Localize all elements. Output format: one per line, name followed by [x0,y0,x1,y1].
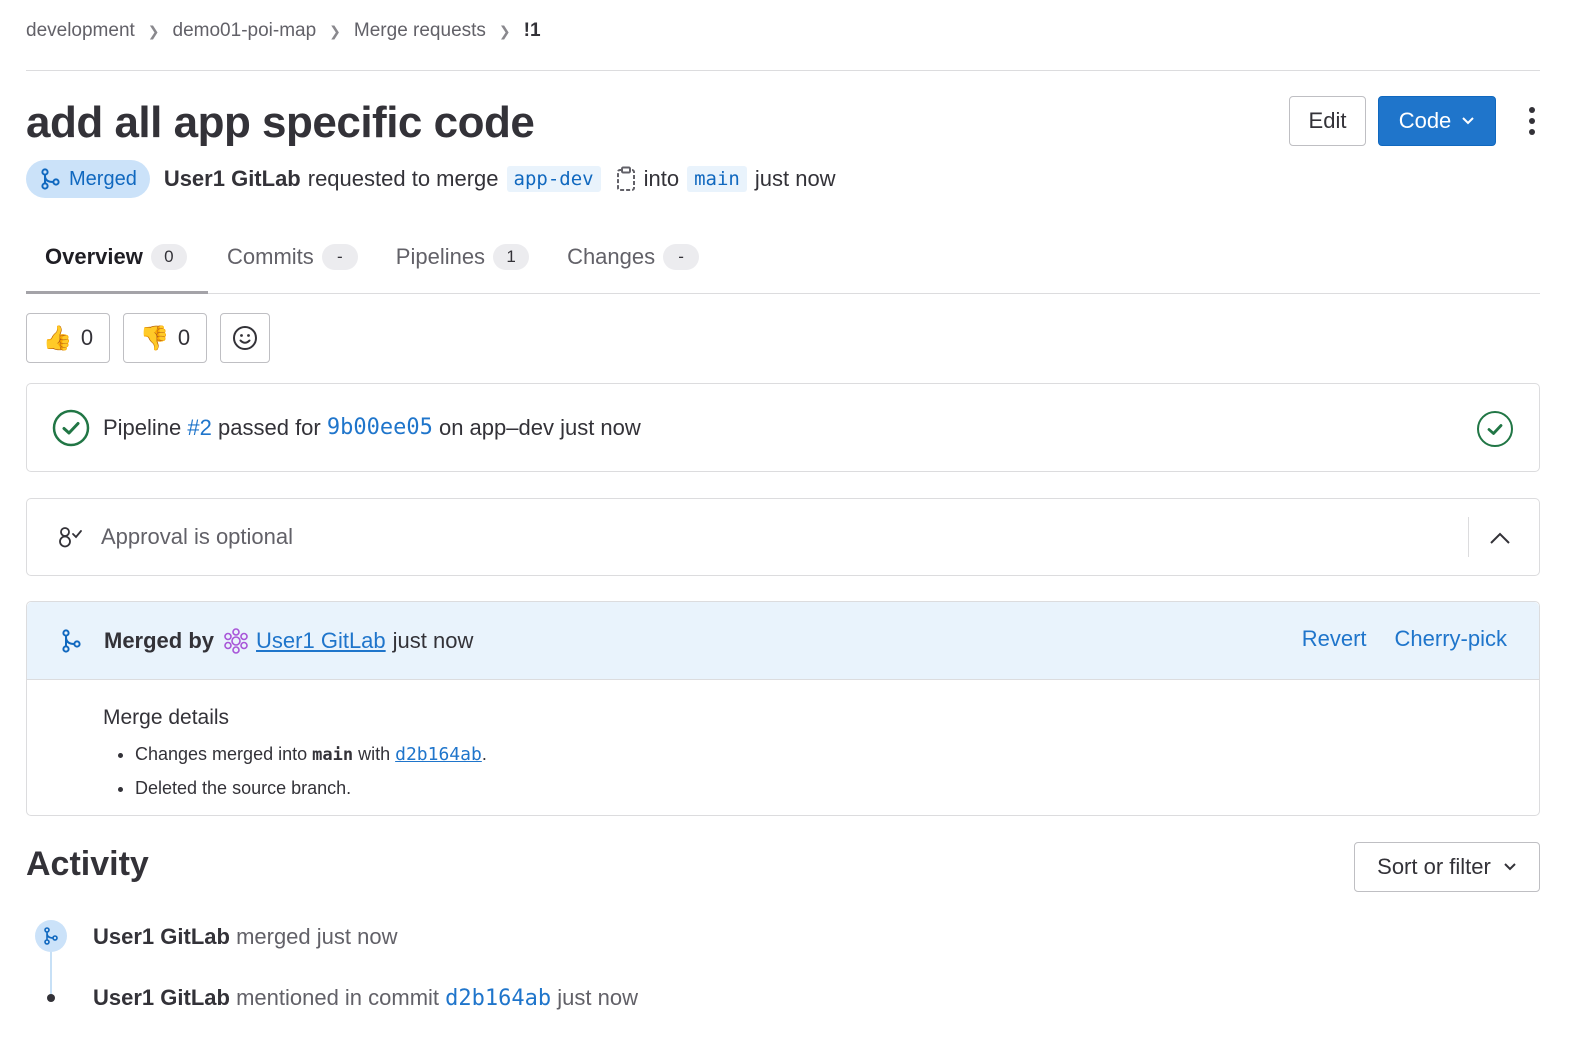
merge-request-meta: Merged User1 GitLab requested to merge a… [26,160,836,198]
thumbs-up-button[interactable]: 👍 0 [26,313,110,363]
header-actions: Edit Code [1289,96,1546,146]
merge-icon [60,628,82,653]
activity-user[interactable]: User1 GitLab [93,924,230,949]
tab-overview-label: Overview [45,244,143,269]
sort-or-filter-dropdown[interactable]: Sort or filter [1354,842,1540,892]
activity-text: merged just now [236,924,398,949]
approval-widget: Approval is optional [26,498,1540,576]
chevron-right-icon: ❯ [147,22,160,39]
page-title: add all app specific code [26,98,535,147]
merge-details-list: Changes merged into main with d2b164ab. … [103,738,1539,805]
timeline-line [50,950,52,995]
merge-details-title: Merge details [103,706,230,729]
list-item: Changes merged into main with d2b164ab. [135,738,1539,772]
approval-icon [57,525,83,549]
tab-overview[interactable]: Overview 0 [26,222,208,294]
tab-pipelines-label: Pipelines [395,244,486,269]
thumbs-down-icon: 👎 [139,324,170,352]
tab-changes-count: - [663,244,700,270]
breadcrumb-item-development[interactable]: development [26,20,135,42]
revert-button[interactable]: Revert [1302,626,1367,652]
collapse-chevron-up-icon[interactable] [1483,521,1517,555]
merged-time: just now [392,627,474,653]
add-reaction-button[interactable] [220,313,270,363]
timeline-dot-icon [47,994,55,1002]
approval-divider [1468,517,1469,557]
code-dropdown-button[interactable]: Code [1378,96,1496,146]
more-actions-kebab-icon[interactable] [1518,96,1546,146]
sort-label: Sort or filter [1377,854,1491,879]
award-emoji-bar: 👍 0 👎 0 [26,313,270,363]
merge-icon [41,168,60,190]
thumbs-down-button[interactable]: 👎 0 [123,313,207,363]
pipeline-commit-link[interactable]: 9b00ee05 [327,415,433,440]
activity-text: mentioned in commit [236,985,440,1010]
activity-time: just now [557,985,638,1010]
list-item: Deleted the source branch. [135,772,1539,805]
activity-user[interactable]: User1 GitLab [93,985,230,1010]
status-badge: Merged [26,160,150,198]
pipeline-prefix: Pipeline [103,414,182,440]
activity-commit-link[interactable]: d2b164ab [445,986,551,1011]
tab-pipelines[interactable]: Pipelines 1 [377,222,548,292]
tab-commits[interactable]: Commits - [208,222,377,292]
tab-changes-label: Changes [567,244,656,269]
merged-widget-header: Merged by User1 GitLab just now Revert C… [27,602,1539,680]
chevron-right-icon: ❯ [498,22,511,39]
tab-overview-count: 0 [150,244,187,270]
code-button-label: Code [1398,108,1452,133]
pipeline-stage-passed-icon[interactable] [1476,410,1514,454]
thumbs-up-count: 0 [80,325,94,350]
tab-pipelines-count: 1 [493,244,530,270]
activity-title: Activity [26,845,149,883]
breadcrumb-item-current[interactable]: !1 [524,20,541,42]
chevron-down-icon [1503,859,1517,875]
detail-text: with [358,744,391,764]
detail-text: Changes merged into [135,744,308,764]
pipeline-suffix: on app–dev just now [438,414,641,440]
pipeline-widget: Pipeline #2 passed for 9b00ee05 on app–d… [26,383,1540,472]
list-item: User1 GitLab merged just now [93,924,397,950]
into-text: into [643,166,680,191]
tab-commits-count: - [321,244,358,270]
target-branch[interactable]: main [687,166,747,192]
thumbs-down-count: 0 [177,325,191,350]
chevron-right-icon: ❯ [329,22,341,39]
merged-by-label: Merged by [104,627,215,653]
merged-widget: Merged by User1 GitLab just now Revert C… [26,601,1540,816]
requested-text: requested to merge [307,166,499,191]
cherry-pick-button[interactable]: Cherry-pick [1395,626,1507,652]
list-item: User1 GitLab mentioned in commit d2b164a… [93,985,638,1011]
author-name[interactable]: User1 GitLab [164,166,301,192]
breadcrumb-item-merge-requests[interactable]: Merge requests [354,20,486,42]
detail-branch: main [312,745,354,765]
source-branch[interactable]: app-dev [506,166,601,192]
pipeline-id-link[interactable]: #2 [187,415,211,441]
pipeline-passed-icon[interactable] [52,409,90,447]
merged-by-user-link[interactable]: User1 GitLab [256,628,386,654]
thumbs-up-icon: 👍 [42,324,73,352]
edit-button[interactable]: Edit [1289,96,1366,146]
merge-request-tabs: Overview 0 Commits - Pipelines 1 Changes… [26,222,1540,294]
detail-period: . [481,744,487,764]
merge-commit-link[interactable]: d2b164ab [395,744,482,765]
meta-time: just now [754,166,836,191]
merge-details: Merge details Changes merged into main w… [27,680,1539,805]
smiley-icon [233,326,257,350]
header-divider [26,70,1540,71]
copy-branch-icon[interactable] [615,166,637,192]
merged-actions: Revert Cherry-pick [1302,626,1507,652]
breadcrumb-item-project[interactable]: demo01-poi-map [173,20,317,42]
tab-changes[interactable]: Changes - [548,222,718,292]
pipeline-passed-for: passed for [218,414,321,440]
user-avatar[interactable] [222,627,250,655]
breadcrumb: development ❯ demo01-poi-map ❯ Merge req… [26,20,541,42]
merge-icon [35,920,67,952]
tab-commits-label: Commits [227,244,314,269]
approval-text: Approval is optional [101,524,294,549]
chevron-down-icon [1461,113,1475,129]
status-label: Merged [69,167,137,190]
